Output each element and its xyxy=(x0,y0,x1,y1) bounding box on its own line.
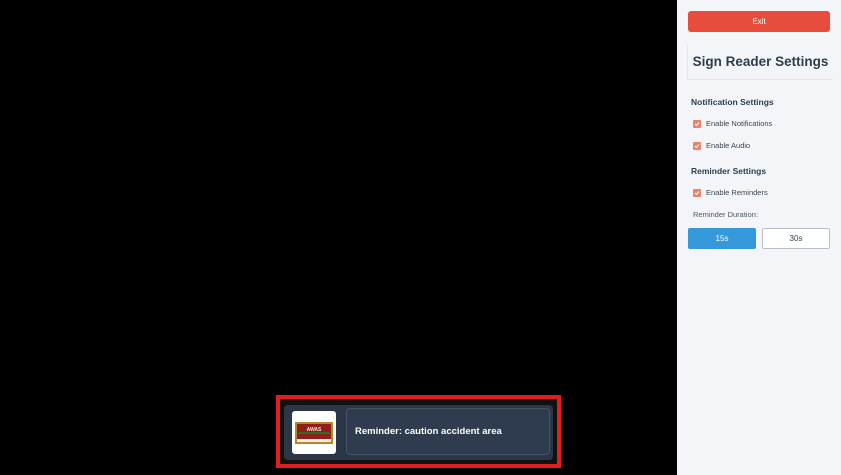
checkmark-icon xyxy=(694,143,700,148)
road-sign-thumbnail-icon: AWAS xyxy=(292,411,336,454)
settings-panel: Exit Sign Reader Settings Notification S… xyxy=(677,0,841,475)
duration-15s-button[interactable]: 15s xyxy=(688,228,756,249)
enable-audio-label: Enable Audio xyxy=(706,141,751,150)
enable-notifications-checkbox[interactable] xyxy=(693,119,701,128)
checkmark-icon xyxy=(694,190,700,195)
reminder-settings-heading: Reminder Settings xyxy=(691,166,767,176)
enable-reminders-checkbox[interactable] xyxy=(693,188,701,197)
svg-text:AWAS: AWAS xyxy=(307,427,322,433)
reminder-message: Reminder: caution accident area xyxy=(355,426,502,437)
panel-title: Sign Reader Settings xyxy=(687,45,833,80)
reminder-duration-label: Reminder Duration: xyxy=(693,210,759,219)
enable-audio-checkbox[interactable] xyxy=(693,141,701,150)
enable-reminders-label: Enable Reminders xyxy=(706,188,768,197)
notification-settings-heading: Notification Settings xyxy=(691,97,774,107)
enable-notifications-option[interactable]: Enable Notifications xyxy=(693,119,772,128)
enable-audio-option[interactable]: Enable Audio xyxy=(693,141,750,150)
reminder-message-box: Reminder: caution accident area xyxy=(346,408,550,455)
enable-reminders-option[interactable]: Enable Reminders xyxy=(693,188,768,197)
notification-highlight: AWAS Reminder: caution accident area xyxy=(276,395,561,468)
checkmark-icon xyxy=(694,121,700,126)
exit-button[interactable]: Exit xyxy=(688,11,830,32)
reminder-toast[interactable]: AWAS Reminder: caution accident area xyxy=(284,405,553,460)
duration-30s-button[interactable]: 30s xyxy=(762,228,830,249)
enable-notifications-label: Enable Notifications xyxy=(706,119,773,128)
